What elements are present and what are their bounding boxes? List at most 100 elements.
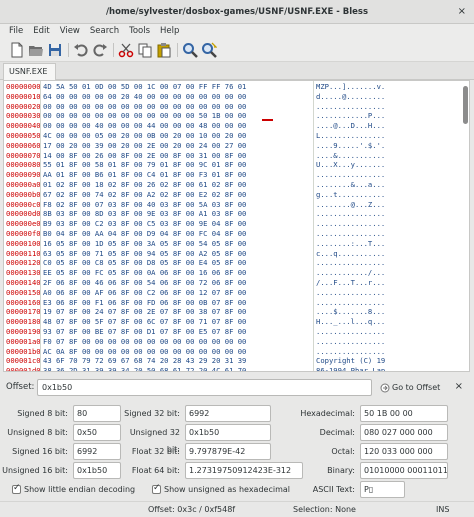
ascii-row[interactable]: ................ [316,298,385,308]
ascii-row[interactable]: g...t........... [316,190,385,200]
hex-row[interactable]: 2F 06 8F 00 46 06 8F 00 54 06 8F 00 72 0… [43,278,246,288]
cut-icon[interactable] [118,42,134,58]
hex-row[interactable]: 00 00 00 00 00 00 00 00 00 00 00 00 50 1… [43,111,246,121]
ascii-row[interactable]: ....&........... [316,151,385,161]
ascii-row[interactable]: ................ [316,209,385,219]
signed32-field[interactable]: 6992 [185,405,271,422]
ascii-text-field[interactable]: P▯ [360,481,405,498]
hex-row[interactable]: 48 07 8F 00 5F 07 8F 00 6C 07 8F 00 71 0… [43,317,246,327]
close-offset-bar-button[interactable]: × [455,381,463,392]
ascii-row[interactable]: ....9.....'.$.'. [316,141,385,151]
menu-search[interactable]: Search [85,24,124,39]
ascii-row[interactable]: U...X...y....... [316,160,385,170]
ascii-row[interactable]: 86-1994 Phar Lap [316,366,385,371]
find-replace-icon[interactable] [201,42,218,58]
signed16-field[interactable]: 6992 [73,443,121,460]
ascii-row[interactable]: d.....@......... [316,92,385,102]
little-endian-checkbox[interactable] [12,483,21,494]
ascii-row[interactable]: MZP...].......v. [316,82,385,92]
hex-row[interactable]: 8B 03 8F 00 8D 03 8F 00 9E 03 8F 00 A1 0… [43,209,246,219]
hex-row[interactable]: E3 06 8F 00 F1 06 8F 00 FD 06 8F 00 0B 0… [43,298,246,308]
ascii-row[interactable]: ................ [316,229,385,239]
ascii-row[interactable]: ....$.......8... [316,307,385,317]
hex-row[interactable]: 19 07 8F 00 24 07 8F 00 2E 07 8F 00 38 0… [43,307,246,317]
offset-input[interactable]: 0x1b50 [37,379,372,396]
hex-row[interactable]: 93 07 8F 00 BE 07 8F 00 D1 07 8F 00 E5 0… [43,327,246,337]
hex-row[interactable]: F0 07 8F 00 00 00 00 00 00 00 00 00 00 0… [43,337,246,347]
hex-row[interactable]: AA 01 8F 00 B6 01 8F 00 C4 01 8F 00 F3 0… [43,170,246,180]
redo-icon[interactable] [92,42,108,58]
menu-file[interactable]: File [0,24,28,39]
copy-icon[interactable] [137,42,153,58]
ascii-row[interactable]: /...F...T...r... [316,278,385,288]
hex-row[interactable]: F8 02 8F 00 07 03 8F 00 40 03 8F 00 5A 0… [43,200,246,210]
open-folder-icon[interactable] [28,42,44,58]
octal-field[interactable]: 120 033 000 000 [360,443,448,460]
menu-edit[interactable]: Edit [28,24,54,39]
float32-field[interactable]: 9.797879E-42 [185,443,271,460]
decimal-field[interactable]: 080 027 000 000 [360,424,448,441]
unsigned-hex-checkbox[interactable] [152,483,161,494]
float64-field[interactable]: 1.27319750912423E-312 [185,462,303,479]
hex-row[interactable]: 67 02 8F 00 74 02 8F 00 A2 02 8F 00 E2 0… [43,190,246,200]
close-window-button[interactable]: × [458,0,466,24]
undo-icon[interactable] [73,42,89,58]
scrollbar-thumb[interactable] [463,86,468,124]
ascii-row[interactable]: L............... [316,131,385,141]
signed8-field[interactable]: 80 [73,405,121,422]
ascii-row[interactable]: H..._...l...q... [316,317,385,327]
hex-row[interactable]: EE 05 8F 00 FC 05 8F 00 0A 06 8F 00 16 0… [43,268,246,278]
hex-row[interactable]: A0 06 8F 00 AF 06 8F 00 C2 06 8F 00 12 0… [43,288,246,298]
hex-row[interactable]: 16 05 8F 00 1D 05 8F 00 3A 05 8F 00 54 0… [43,239,246,249]
menu-help[interactable]: Help [155,24,184,39]
hex-column[interactable]: 4D 5A 50 01 0D 00 5D 00 1C 00 07 00 FF F… [43,82,246,371]
binary-field[interactable]: 01010000 00011011 00 [360,462,448,479]
vertical-scrollbar[interactable] [463,83,468,369]
hex-row[interactable]: 64 00 00 00 00 00 20 40 00 00 00 00 00 0… [43,92,246,102]
hexadecimal-field[interactable]: 50 1B 00 00 [360,405,448,422]
hex-row[interactable]: B0 04 8F 00 AA 04 8F 00 D9 04 8F 00 FC 0… [43,229,246,239]
hex-row[interactable]: 01 02 8F 00 18 02 8F 00 26 02 8F 00 61 0… [43,180,246,190]
find-icon[interactable] [182,42,198,58]
hex-row[interactable]: AC 0A 8F 00 00 00 00 00 00 00 00 00 00 0… [43,347,246,357]
ascii-row[interactable]: ............P... [316,111,385,121]
hex-row[interactable]: C0 05 8F 00 C8 05 8F 00 D8 05 8F 00 E4 0… [43,258,246,268]
hex-row[interactable]: 55 01 8F 00 58 01 8F 00 79 01 8F 00 9C 0… [43,160,246,170]
new-file-icon[interactable] [9,42,25,58]
ascii-row[interactable]: Copyright (C) 19 [316,356,385,366]
ascii-row[interactable]: ................ [316,219,385,229]
ascii-column[interactable]: MZP...].......v. d.....@.................… [316,82,385,371]
ascii-row[interactable]: ........@...Z... [316,200,385,210]
ascii-row[interactable]: c...q........... [316,249,385,259]
hex-row[interactable]: 4D 5A 50 01 0D 00 5D 00 1C 00 07 00 FF F… [43,82,246,92]
ascii-row[interactable]: ....@...D...H... [316,121,385,131]
ascii-row[interactable]: ........&...a... [316,180,385,190]
ascii-row[interactable]: ................ [316,337,385,347]
unsigned8-field[interactable]: 0x50 [73,424,121,441]
hex-row[interactable]: 00 00 00 00 40 00 00 00 44 00 00 00 48 0… [43,121,246,131]
ascii-row[interactable]: ................ [316,258,385,268]
ascii-row[interactable]: ................ [316,327,385,337]
hex-row[interactable]: 17 00 20 00 39 00 20 00 2E 00 20 00 24 0… [43,141,246,151]
hex-row[interactable]: 14 00 8F 00 26 00 8F 00 2E 00 8F 00 31 0… [43,151,246,161]
hex-row[interactable]: 00 00 00 00 00 00 00 00 00 00 00 00 00 0… [43,102,246,112]
hex-row[interactable]: 63 05 8F 00 71 05 8F 00 94 05 8F 00 A2 0… [43,249,246,259]
goto-offset-button[interactable]: Go to Offset [380,379,442,396]
paste-icon[interactable] [156,42,172,58]
ascii-row[interactable]: ............/... [316,268,385,278]
ascii-row[interactable]: ........:...T... [316,239,385,249]
ascii-row[interactable]: ................ [316,288,385,298]
tab-usnf-exe[interactable]: USNF.EXE [3,63,56,80]
hex-row[interactable]: 43 6F 70 79 72 69 67 68 74 20 28 43 29 2… [43,356,246,366]
unsigned16-field[interactable]: 0x1b50 [73,462,121,479]
ascii-row[interactable]: ................ [316,347,385,357]
menu-view[interactable]: View [55,24,85,39]
ascii-row[interactable]: ................ [316,170,385,180]
hex-view[interactable]: 00000000 00000010 00000020 00000030 00000040… [3,80,470,372]
unsigned32-field[interactable]: 0x1b50 [185,424,271,441]
save-icon[interactable] [47,42,63,58]
ascii-row[interactable]: ................ [316,102,385,112]
hex-row[interactable]: 4C 00 00 00 05 00 20 00 0B 00 20 00 10 0… [43,131,246,141]
hex-row[interactable]: B9 03 8F 00 C2 03 8F 00 C5 03 8F 00 9E 0… [43,219,246,229]
menu-tools[interactable]: Tools [124,24,155,39]
